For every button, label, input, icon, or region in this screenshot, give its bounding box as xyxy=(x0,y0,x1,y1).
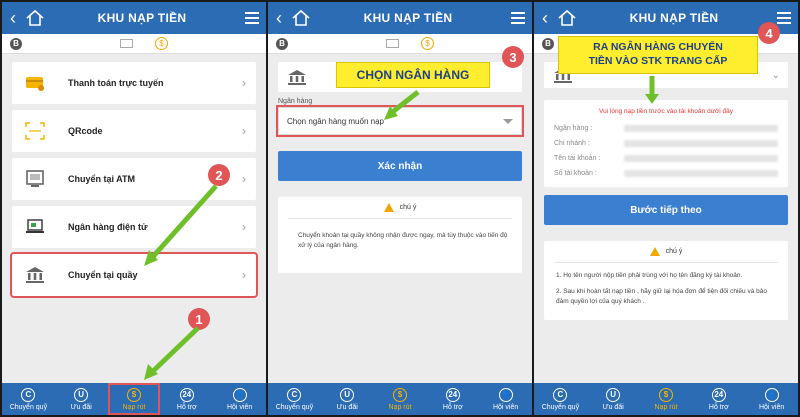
sub-bar: B $ xyxy=(268,34,532,54)
mail-icon[interactable] xyxy=(120,39,133,48)
warning-icon xyxy=(383,203,394,212)
method-online-payment[interactable]: Thanh toán trực tuyến › xyxy=(12,62,256,104)
method-ebanking[interactable]: Ngân hàng điện tử › xyxy=(12,206,256,248)
warning-icon xyxy=(649,247,660,256)
sub-bar: B $ xyxy=(2,34,266,54)
mail-icon[interactable] xyxy=(386,39,399,48)
dollar-icon[interactable]: $ xyxy=(155,37,168,50)
qrcode-icon xyxy=(22,120,48,142)
bottom-tabbar: C Chuyển quỹ U Ưu đãi $ Nạp rút 24 Hỗ trợ 👤 H… xyxy=(268,383,532,415)
bank-icon xyxy=(22,264,48,286)
confirm-button[interactable]: Xác nhận xyxy=(278,151,522,181)
tab-deposit[interactable]: $ Nạp rút xyxy=(107,383,161,415)
dollar-icon[interactable]: $ xyxy=(421,37,434,50)
chevron-down-icon: ⌄ xyxy=(771,69,780,81)
bank-select[interactable]: Chọn ngân hàng muốn nạp xyxy=(276,105,524,137)
deposit-warning: Vui lòng nạp tiền trước vào tài khoản dư… xyxy=(598,108,734,115)
home-icon[interactable] xyxy=(290,7,312,29)
page-title: KHU NẠP TIỀN xyxy=(629,11,719,25)
bottom-tabbar: C Chuyển quỹ U Ưu đãi $ Nạp rút 24 Hỗ trợ 👤 H… xyxy=(534,383,798,415)
note-text: Chuyển khoản tại quầy không nhận được ng… xyxy=(298,232,508,249)
note-card: chú ý Chuyển khoản tại quầy không nhận đ… xyxy=(278,197,522,273)
dropdown-icon xyxy=(503,118,513,124)
tab-support[interactable]: 24 Hỗ trợ xyxy=(160,383,213,415)
header: ‹ KHU NẠP TIỀN xyxy=(268,2,532,34)
bank-name-value xyxy=(624,125,778,132)
card-icon xyxy=(22,72,48,94)
step-badge-3: 3 xyxy=(502,46,524,68)
tab-member[interactable]: 👤 Hội viên xyxy=(479,383,532,415)
tutorial-composite: ‹ KHU NẠP TIỀN B $ Thanh toán trực tuyến… xyxy=(0,0,800,417)
method-qrcode[interactable]: QRcode › xyxy=(12,110,256,152)
tab-deposit[interactable]: $ Nạp rút xyxy=(374,383,427,415)
tab-member[interactable]: 👤 Hội viên xyxy=(745,383,798,415)
atm-icon xyxy=(22,168,48,190)
panel-bank-info: ‹ KHU NẠP TIỀN B $ ⌄ Vui lòng nạp tiền t… xyxy=(534,2,798,415)
next-step-button[interactable]: Bước tiếp theo xyxy=(544,195,788,225)
step-badge-4: 4 xyxy=(758,22,780,44)
home-icon[interactable] xyxy=(556,7,578,29)
menu-icon[interactable] xyxy=(504,12,532,24)
chevron-right-icon: › xyxy=(242,76,246,90)
page-title: KHU NẠP TIỀN xyxy=(97,11,187,25)
tab-deposit[interactable]: $ Nạp rút xyxy=(640,383,693,415)
tab-transfer[interactable]: C Chuyển quỹ xyxy=(534,383,587,415)
bank-icon xyxy=(288,70,306,85)
step-badge-1: 1 xyxy=(188,308,210,330)
panel-choose-bank: ‹ KHU NẠP TIỀN B $ Ngân hàng Chọn ngân h… xyxy=(268,2,532,415)
header: ‹ KHU NẠP TIỀN xyxy=(2,2,266,34)
step-badge-2: 2 xyxy=(208,164,230,186)
instruction-banner: CHỌN NGÂN HÀNG xyxy=(336,62,490,88)
note-item: 1. Họ tên người nộp tiền phải trùng với … xyxy=(556,272,743,279)
menu-icon[interactable] xyxy=(770,12,798,24)
note-card: chú ý 1. Họ tên người nộp tiền phải trùn… xyxy=(544,241,788,321)
tab-support[interactable]: 24 Hỗ trợ xyxy=(426,383,479,415)
instruction-banner: RA NGÂN HÀNG CHUYỂN TIỀN VÀO STK TRANG C… xyxy=(558,36,758,74)
chevron-right-icon: › xyxy=(242,172,246,186)
back-icon[interactable]: ‹ xyxy=(534,8,556,29)
note-item: 2. Sau khi hoàn tất nạp tiền , hãy giữ l… xyxy=(556,287,767,305)
bottom-tabbar: C Chuyển quỹ U Ưu đãi $ Nạp rút 24 Hỗ trợ 👤 H… xyxy=(2,383,266,415)
tab-promotion[interactable]: U Ưu đãi xyxy=(55,383,108,415)
back-icon[interactable]: ‹ xyxy=(2,8,24,29)
account-number-value xyxy=(624,170,778,177)
branch-value xyxy=(624,140,778,147)
menu-icon[interactable] xyxy=(238,12,266,24)
back-icon[interactable]: ‹ xyxy=(268,8,290,29)
method-counter-transfer[interactable]: Chuyển tại quầy › xyxy=(10,252,258,298)
bank-info-card: Vui lòng nạp tiền trước vào tài khoản dư… xyxy=(544,100,788,187)
laptop-icon xyxy=(22,216,48,238)
tab-promotion[interactable]: U Ưu đãi xyxy=(587,383,640,415)
panel-deposit-methods: ‹ KHU NẠP TIỀN B $ Thanh toán trực tuyến… xyxy=(2,2,266,415)
chevron-right-icon: › xyxy=(242,268,246,282)
tab-member[interactable]: 👤 Hội viên xyxy=(213,383,266,415)
home-icon[interactable] xyxy=(24,7,46,29)
tab-transfer[interactable]: C Chuyển quỹ xyxy=(268,383,321,415)
tab-promotion[interactable]: U Ưu đãi xyxy=(321,383,374,415)
balance-icon[interactable]: B xyxy=(10,37,22,50)
page-title: KHU NẠP TIỀN xyxy=(363,11,453,25)
tab-support[interactable]: 24 Hỗ trợ xyxy=(692,383,745,415)
balance-icon[interactable]: B xyxy=(276,37,288,50)
account-name-value xyxy=(624,155,778,162)
bank-label: Ngân hàng xyxy=(278,98,313,105)
tab-transfer[interactable]: C Chuyển quỹ xyxy=(2,383,55,415)
balance-icon[interactable]: B xyxy=(542,37,554,50)
chevron-right-icon: › xyxy=(242,220,246,234)
chevron-right-icon: › xyxy=(242,124,246,138)
